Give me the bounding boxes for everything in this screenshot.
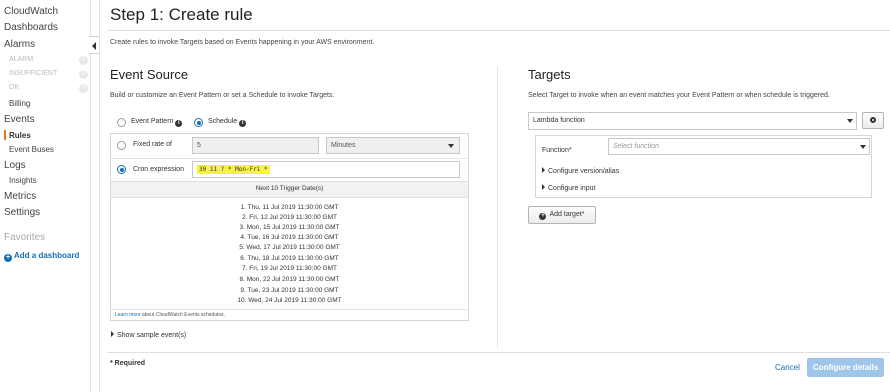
chevron-down-icon (860, 145, 866, 149)
footer-divider (107, 352, 890, 353)
nav-billing[interactable]: Billing (9, 99, 30, 108)
sidebar: CloudWatch Dashboards Alarms ALARM 0 INS… (0, 0, 91, 392)
plus-circle-icon: + (4, 254, 12, 262)
column-divider (497, 66, 498, 348)
page-title: Step 1: Create rule (110, 5, 253, 24)
active-indicator (4, 130, 6, 140)
title-divider (107, 30, 890, 31)
trigger-date-item: 5. Wed, 17 Jul 2019 11:30:00 GMT (239, 244, 340, 251)
fixed-rate-radio[interactable] (117, 141, 126, 150)
fixed-rate-label: Fixed rate of (133, 141, 172, 148)
caret-right-icon (111, 331, 114, 337)
nav-rules[interactable]: Rules (9, 131, 31, 140)
rate-unit-select[interactable]: Minutes (326, 137, 460, 154)
nav-alarm-state-ok[interactable]: OK (9, 84, 19, 91)
event-source-heading: Event Source (110, 67, 189, 82)
cron-expression-input[interactable]: 30 11 ? * Mon-Fri * (192, 161, 460, 178)
chevron-down-icon (448, 144, 454, 148)
nav-settings[interactable]: Settings (4, 207, 40, 218)
trigger-date-item: 10. Wed, 24 Jul 2019 11:30:00 GMT (237, 297, 342, 304)
row-divider (111, 158, 468, 159)
favorites-heading: Favorites (4, 232, 46, 243)
target-type-select[interactable]: Lambda function (528, 112, 857, 130)
rate-unit-value: Minutes (331, 142, 356, 149)
trigger-date-item: 7. Fri, 19 Jul 2019 11:30:00 GMT (242, 265, 337, 272)
target-type-value: Lambda function (533, 117, 585, 124)
alarm-count-badge: 0 (79, 56, 88, 65)
event-pattern-label[interactable]: Event Pattern i (131, 118, 183, 127)
schedule-label[interactable]: Schedule i (208, 118, 247, 127)
trigger-date-item: 8. Mon, 22 Jul 2019 11:30:00 GMT (239, 276, 340, 283)
row-divider (111, 309, 468, 310)
nav-events[interactable]: Events (4, 114, 35, 125)
configure-input-label: Configure input (548, 185, 596, 192)
nav-cloudwatch[interactable]: CloudWatch (4, 6, 58, 17)
show-sample-label: Show sample event(s) (117, 332, 187, 339)
schedule-text: Schedule (208, 118, 238, 125)
target-settings-button[interactable] (862, 112, 884, 129)
gear-icon (870, 117, 876, 123)
schedule-radio[interactable] (194, 118, 203, 127)
info-icon[interactable]: i (175, 120, 183, 127)
nav-logs[interactable]: Logs (4, 160, 26, 171)
add-dashboard-label: Add a dashboard (14, 251, 80, 260)
nav-alarm-state-insufficient[interactable]: INSUFFICIENT (9, 70, 57, 77)
sidebar-divider (99, 0, 100, 392)
cron-expression-value: 30 11 ? * Mon-Fri * (197, 165, 270, 174)
trigger-date-item: 1. Thu, 11 Jul 2019 11:30:00 GMT (240, 204, 339, 211)
trigger-date-item: 3. Mon, 15 Jul 2019 11:30:00 GMT (239, 224, 340, 231)
add-target-label: Add target* (549, 211, 585, 218)
trigger-date-item: 6. Thu, 18 Jul 2019 11:30:00 GMT (240, 255, 339, 262)
configure-version-label: Configure version/alias (548, 168, 620, 175)
chevron-down-icon (847, 119, 853, 123)
nav-alarms[interactable]: Alarms (4, 39, 35, 50)
caret-right-icon (542, 184, 545, 190)
add-dashboard-link[interactable]: + Add a dashboard (4, 251, 79, 262)
configure-version-toggle[interactable]: Configure version/alias (542, 167, 619, 175)
learn-more-suffix: about CloudWatch Events schedules. (140, 312, 225, 318)
cron-expression-label: Cron expression (133, 166, 184, 173)
plus-circle-icon: + (539, 213, 547, 220)
caret-right-icon (542, 167, 545, 173)
learn-more-link[interactable]: Learn more (115, 312, 141, 318)
fixed-rate-input[interactable]: 5 (192, 137, 319, 154)
cron-expression-radio[interactable] (117, 165, 126, 174)
required-note: * Required (110, 360, 146, 367)
trigger-dates-heading: Next 10 Trigger Date(s) (255, 185, 324, 192)
cancel-button[interactable]: Cancel (775, 363, 800, 372)
function-label: Function* (542, 147, 572, 154)
function-select[interactable]: Select function (608, 138, 870, 155)
learn-more-text: Learn more about CloudWatch Events sched… (115, 312, 225, 318)
nav-insights[interactable]: Insights (9, 176, 37, 185)
event-pattern-text: Event Pattern (131, 118, 174, 125)
configure-details-button[interactable]: Configure details (807, 358, 884, 377)
insufficient-count-badge: 0 (79, 70, 88, 79)
function-placeholder: Select function (613, 143, 659, 150)
configure-input-toggle[interactable]: Configure input (542, 184, 595, 192)
trigger-date-item: 4. Tue, 16 Jul 2019 11:30:00 GMT (240, 234, 339, 241)
trigger-date-item: 9. Tue, 23 Jul 2019 11:30:00 GMT (240, 287, 339, 294)
show-sample-events-toggle[interactable]: Show sample event(s) (111, 331, 186, 339)
targets-heading: Targets (528, 67, 571, 82)
event-source-description: Build or customize an Event Pattern or s… (110, 92, 335, 99)
info-icon[interactable]: i (239, 120, 247, 127)
page-description: Create rules to invoke Targets based on … (110, 39, 375, 46)
chevron-left-icon (92, 42, 96, 50)
ok-count-badge: 0 (79, 84, 88, 93)
nav-event-buses[interactable]: Event Buses (9, 145, 54, 154)
trigger-date-item: 2. Fri, 12 Jul 2019 11:30:00 GMT (242, 214, 337, 221)
targets-description: Select Target to invoke when an event ma… (528, 92, 830, 99)
add-target-button[interactable]: + Add target* (528, 206, 596, 224)
nav-dashboards[interactable]: Dashboards (4, 22, 58, 33)
nav-metrics[interactable]: Metrics (4, 191, 36, 202)
nav-alarm-state-alarm[interactable]: ALARM (9, 56, 33, 63)
event-pattern-radio[interactable] (117, 118, 126, 127)
